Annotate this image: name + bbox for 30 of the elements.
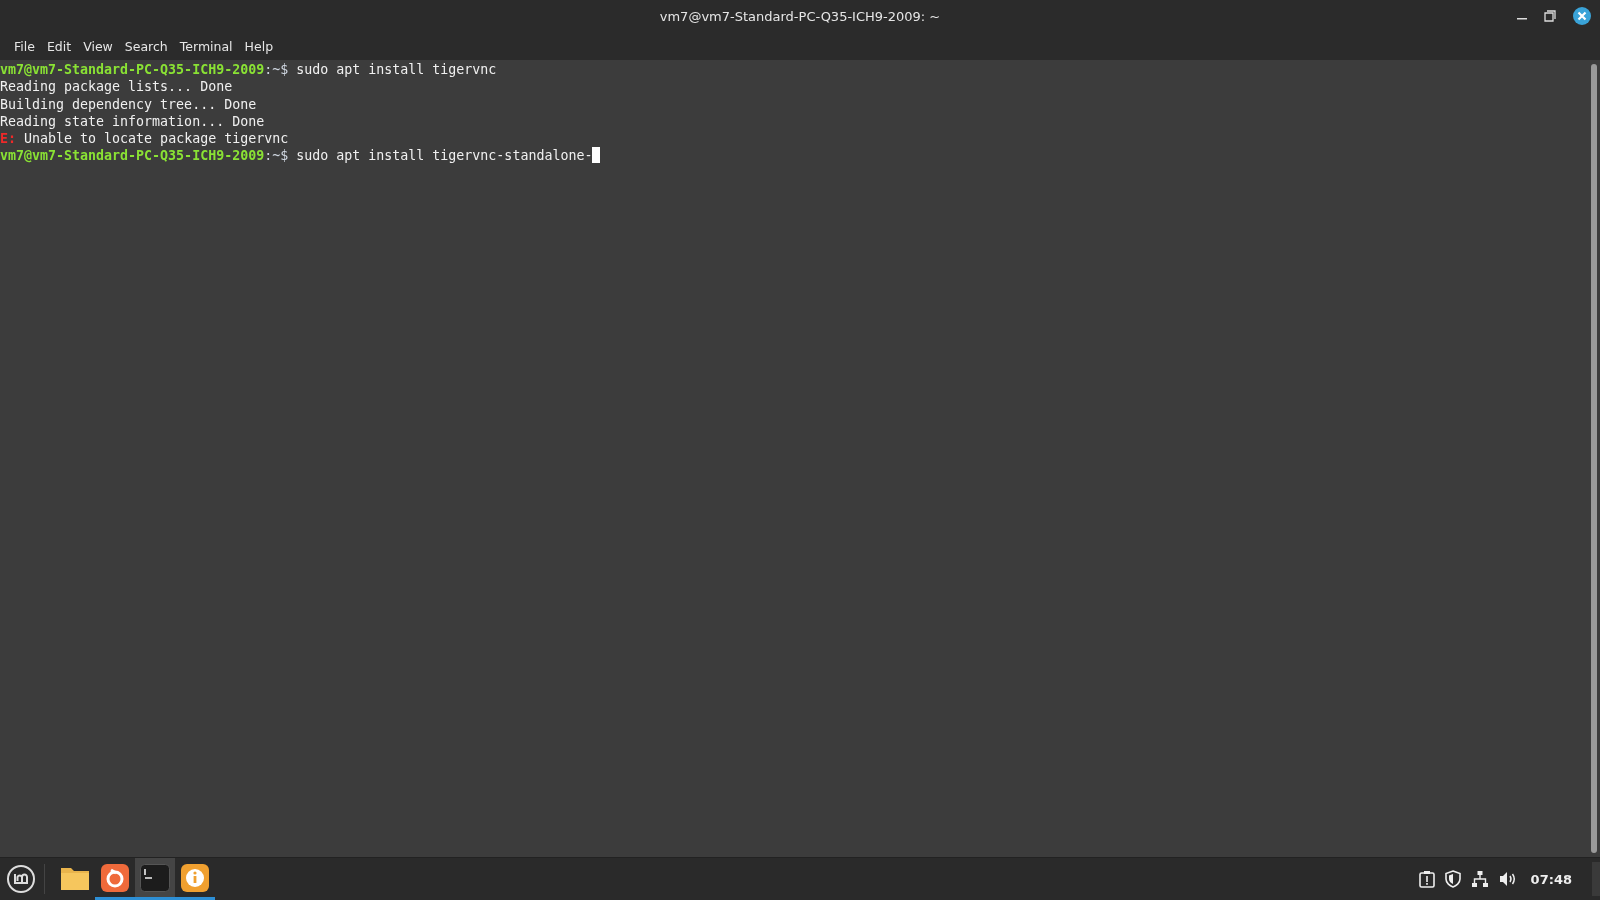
clock[interactable]: 07:48 xyxy=(1530,871,1572,887)
prompt-path: :~$ xyxy=(264,148,289,164)
menu-item[interactable]: Terminal xyxy=(173,38,239,54)
clipboard-icon[interactable] xyxy=(1418,870,1435,888)
volume-icon[interactable] xyxy=(1498,870,1517,888)
command-text: sudo apt install tigervnc xyxy=(296,62,497,77)
prompt-path: :~$ xyxy=(264,62,289,77)
menu-item[interactable]: File xyxy=(8,38,41,54)
output-line: Reading state information... Done xyxy=(0,113,265,129)
output-line: Reading package lists... Done xyxy=(0,79,233,95)
shield-icon[interactable] xyxy=(1444,870,1461,888)
menu-item[interactable]: Search xyxy=(118,38,174,54)
browser-icon xyxy=(101,863,129,892)
network-icon[interactable] xyxy=(1470,870,1489,888)
error-message: Unable to locate package tigervnc xyxy=(24,131,289,147)
menu-logo-icon[interactable] xyxy=(6,864,36,894)
error-label: E: xyxy=(0,131,16,147)
scrollbar[interactable] xyxy=(1591,64,1597,853)
menu-item[interactable]: Help xyxy=(238,38,280,54)
command-text: sudo apt install tigervnc-standalone- xyxy=(296,148,593,164)
terminal-icon xyxy=(140,863,170,892)
output-line: Building dependency tree... Done xyxy=(0,96,257,112)
info-icon xyxy=(181,863,209,892)
prompt-user: vm7@vm7-Standard-PC-Q35-ICH9-2009 xyxy=(0,148,265,164)
window-title: vm7@vm7-Standard-PC-Q35-ICH9-2009: ~ xyxy=(659,8,941,24)
close-icon[interactable] xyxy=(1572,6,1592,26)
prompt-user: vm7@vm7-Standard-PC-Q35-ICH9-2009 xyxy=(0,62,265,77)
restore-icon[interactable] xyxy=(1544,10,1556,22)
menu-item[interactable]: View xyxy=(77,38,119,54)
menu-item[interactable]: Edit xyxy=(40,38,78,54)
